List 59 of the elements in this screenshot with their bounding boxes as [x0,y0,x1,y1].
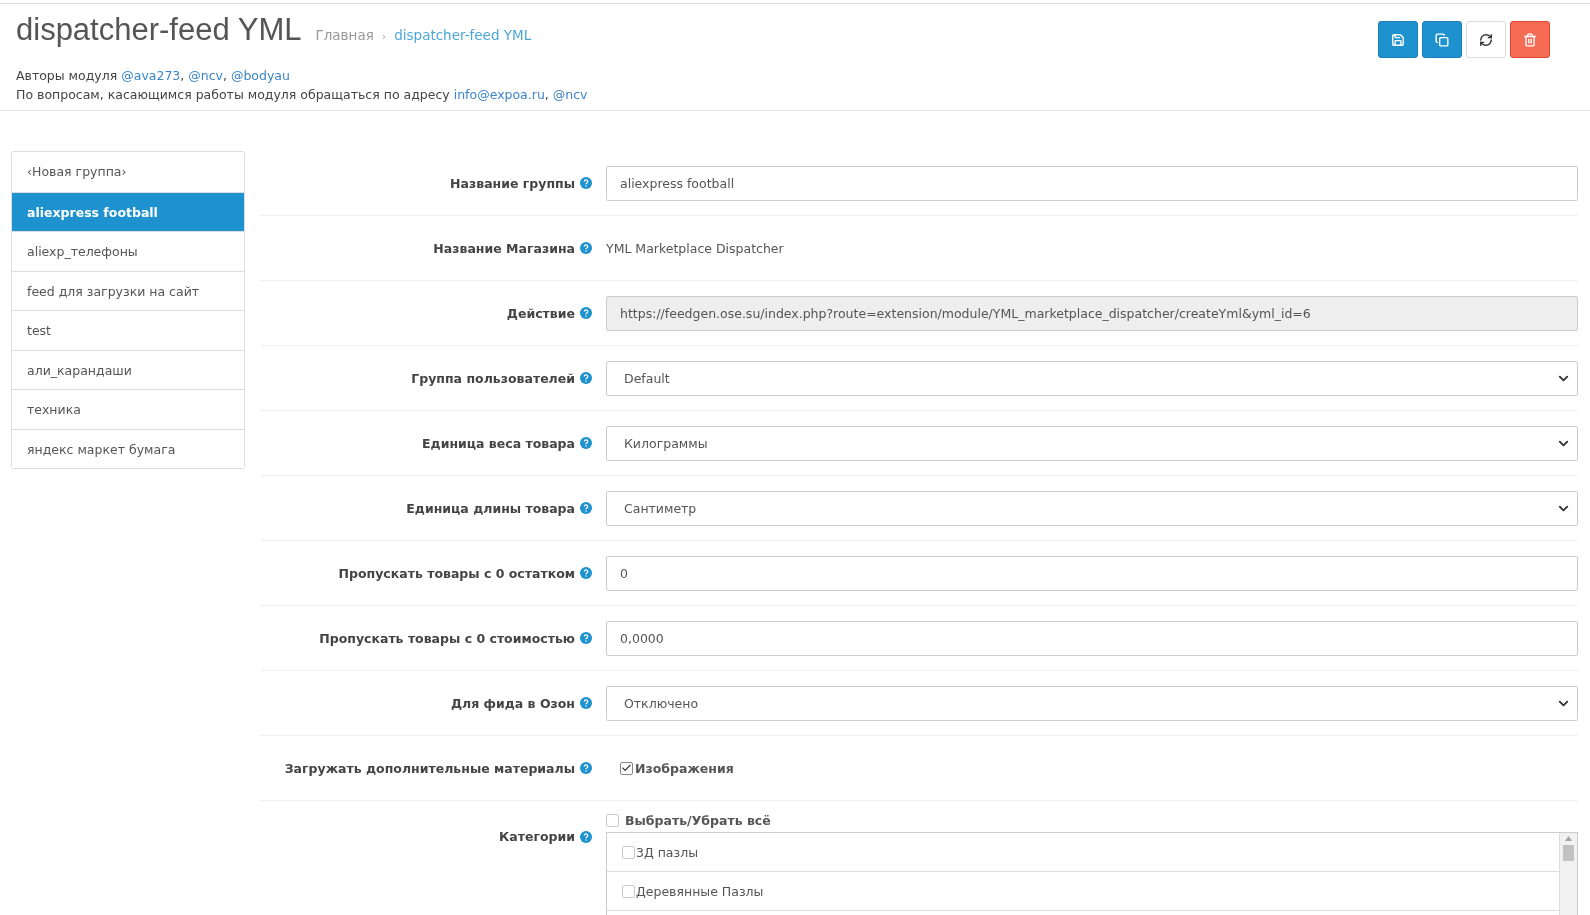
help-icon [580,502,592,514]
input-field[interactable]: 0 [606,555,1578,591]
link[interactable]: @bodyau [230,68,290,83]
input-field[interactable]: aliexpress football [606,165,1578,201]
field-label: Пропускать товары с 0 стоимостью [319,630,575,646]
help-icon [580,830,592,843]
field-label: Загружать дополнительные материалы [284,760,575,776]
group-item[interactable]: яндекс маркет бумага [12,428,244,468]
field-label: Название группы [450,175,575,191]
breadcrumb-separator: › [381,30,387,43]
refresh-button[interactable] [1466,21,1506,58]
help-icon [580,372,592,384]
checkbox[interactable] [620,761,633,775]
contact-text: По вопросам, касающимся работы модуля обращаться по адресу info@expoa.ru, @ncv [16,86,588,104]
trash-icon [1523,32,1537,47]
checkbox[interactable] [606,814,619,827]
select-field[interactable]: Отключено [606,685,1578,721]
field-label: Группа пользователей [411,370,575,386]
field-value: YML Marketplace Dispatcher [606,240,784,256]
link[interactable]: @ncv [552,87,588,102]
field-label: Действие [506,305,575,321]
select-field[interactable]: Килограммы [606,425,1578,461]
checkbox-label: Изображения [635,760,734,776]
checkbox-label: Деревянные Пазлы [636,883,764,899]
input-field[interactable]: 0,0000 [606,620,1578,656]
help-icon [580,242,592,254]
authors-text: Авторы модуля @ava273, @ncv, @bodyau [16,67,291,85]
link[interactable]: info@expoa.ru [453,87,545,102]
checkbox[interactable] [622,884,635,898]
select-field[interactable]: Default [606,360,1578,396]
help-icon [580,437,592,449]
scroll-up-icon [1565,836,1572,841]
group-item[interactable]: aliexpress football [12,191,244,231]
link[interactable]: @ava273 [121,68,181,83]
input-field[interactable]: https://feedgen.ose.su/index.php?route=extension/module/YML_marketplace_dispatcher/createYml&yml_id=6 [606,295,1578,331]
save-button[interactable] [1378,21,1418,58]
help-icon [580,307,592,319]
help-icon [580,567,592,579]
checkbox-label: Выбрать/Убрать всё [625,813,771,828]
select-field[interactable]: Сантиметр [606,490,1578,526]
page-title: dispatcher-feed YML [16,12,302,48]
help-icon [580,632,592,644]
help-icon [580,697,592,709]
copy-icon [1435,32,1449,47]
field-label: Категории [499,829,575,844]
delete-button[interactable] [1510,21,1550,58]
copy-button[interactable] [1422,21,1462,58]
field-label: Для фида в Озон [450,695,575,711]
help-icon [580,177,592,189]
checkbox-label: 3Д пазлы [636,844,699,860]
field-label: Единица длины товара [406,500,575,516]
help-icon [580,762,592,774]
field-label: Единица веса товара [422,435,575,451]
field-label: Название Магазина [433,240,575,256]
field-label: Пропускать товары с 0 остатком [338,565,575,581]
checkbox[interactable] [622,845,635,859]
refresh-icon [1479,32,1493,47]
scrollbar-thumb[interactable] [1563,845,1574,861]
link[interactable]: @ncv [188,68,223,83]
